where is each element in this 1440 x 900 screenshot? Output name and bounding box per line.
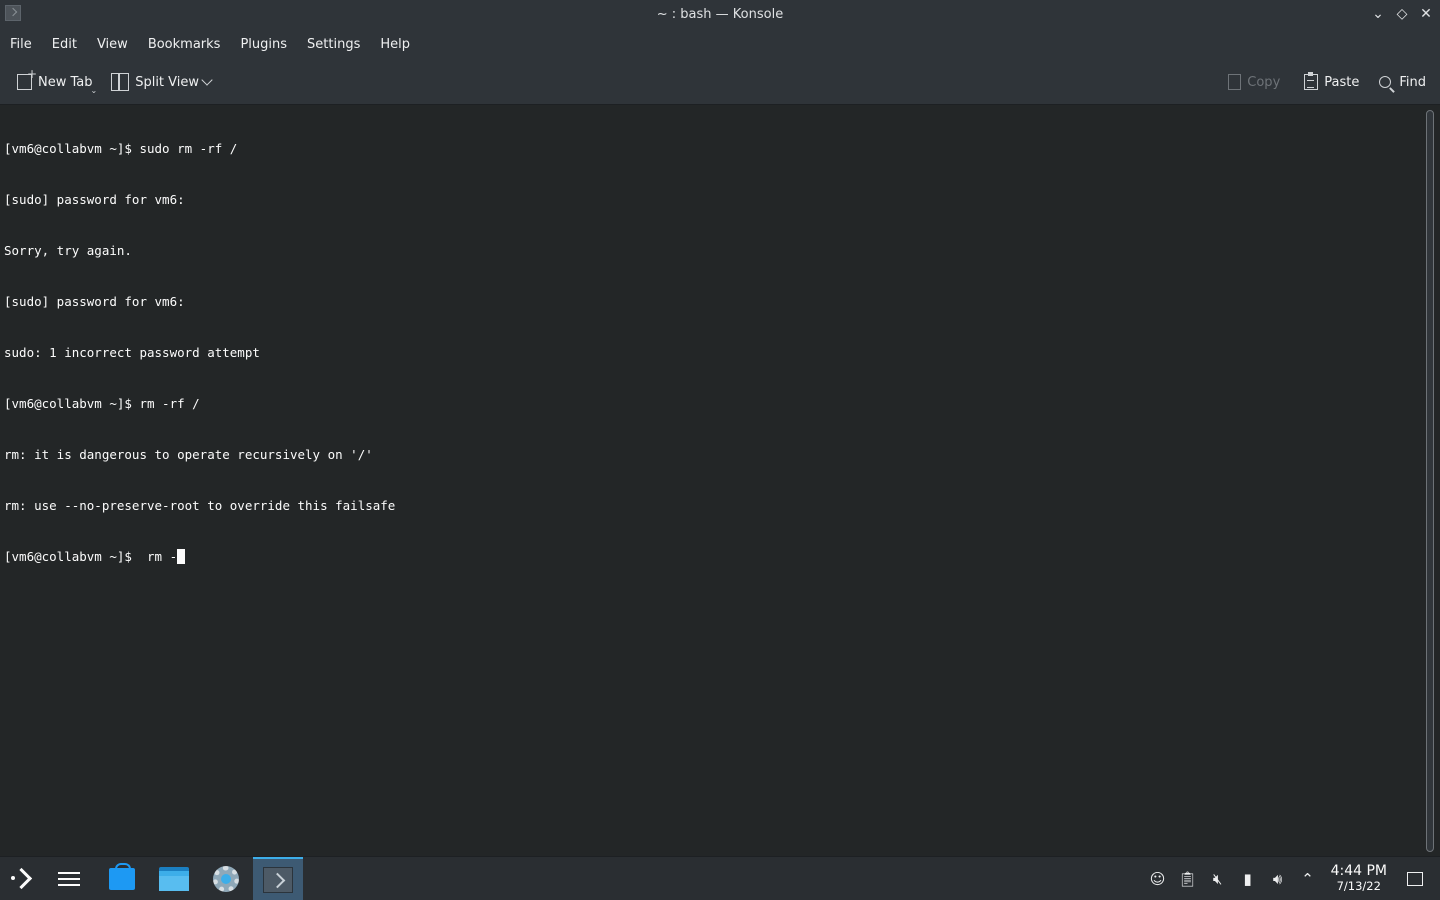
menubar: File Edit View Bookmarks Plugins Setting… xyxy=(0,29,1440,60)
removable-device-icon[interactable]: ▮ xyxy=(1233,857,1263,900)
new-tab-button[interactable]: New Tab ⌄ xyxy=(11,67,105,97)
find-button[interactable]: Find xyxy=(1373,67,1432,97)
chevron-down-icon[interactable] xyxy=(201,74,213,86)
konsole-task[interactable] xyxy=(253,857,303,900)
terminal-line: Sorry, try again. xyxy=(4,243,132,258)
new-tab-menu-arrow-icon[interactable]: ⌄ xyxy=(91,86,98,95)
application-launcher-button[interactable] xyxy=(0,857,44,900)
paste-button[interactable]: Paste xyxy=(1298,67,1365,97)
terminal-line: [vm6@collabvm ~]$ rm -rf / xyxy=(4,396,200,411)
audio-muted-icon[interactable]: 🔇︎ xyxy=(1203,857,1233,900)
terminal-view[interactable]: [vm6@collabvm ~]$ sudo rm -rf / [sudo] p… xyxy=(0,106,1440,856)
system-settings-icon xyxy=(58,870,80,888)
application-launcher-icon xyxy=(11,868,33,890)
menu-bookmarks[interactable]: Bookmarks xyxy=(148,37,221,52)
menu-file[interactable]: File xyxy=(10,37,32,52)
clock-time: 4:44 PM xyxy=(1330,863,1387,879)
split-view-button[interactable]: Split View xyxy=(105,67,223,97)
volume-icon[interactable]: 🔊︎ xyxy=(1263,857,1293,900)
copy-icon xyxy=(1228,74,1242,90)
file-manager-icon xyxy=(159,867,189,891)
new-tab-icon xyxy=(17,67,37,90)
minimize-button[interactable]: ⌄ xyxy=(1370,5,1386,23)
terminal-output: [vm6@collabvm ~]$ sudo rm -rf / [sudo] p… xyxy=(4,106,395,599)
menu-view[interactable]: View xyxy=(97,37,128,52)
menu-settings[interactable]: Settings xyxy=(307,37,360,52)
taskbar: ☺ 📋︎ 🔇︎ ▮ 🔊︎ ⌃ 4:44 PM 7/13/22 xyxy=(0,856,1440,900)
find-label: Find xyxy=(1399,74,1426,90)
paste-label: Paste xyxy=(1324,74,1360,90)
digital-clock[interactable]: 4:44 PM 7/13/22 xyxy=(1331,864,1387,894)
copy-label: Copy xyxy=(1247,74,1281,90)
terminal-scrollbar[interactable] xyxy=(1426,110,1434,852)
window-titlebar[interactable]: ~ : bash — Konsole ⌄ ◇ ✕ xyxy=(0,0,1440,29)
user-switch-icon[interactable]: ☺ xyxy=(1143,857,1173,900)
discover-icon xyxy=(109,863,135,890)
clock-date: 7/13/22 xyxy=(1336,879,1381,893)
menu-edit[interactable]: Edit xyxy=(52,37,77,52)
current-prompt: [vm6@collabvm ~]$ rm - xyxy=(4,549,178,564)
terminal-line: sudo: 1 incorrect password attempt xyxy=(4,345,260,360)
terminal-line: rm: it is dangerous to operate recursive… xyxy=(4,447,373,462)
menu-help[interactable]: Help xyxy=(380,37,410,52)
new-tab-label: New Tab xyxy=(38,74,93,90)
system-settings-task[interactable] xyxy=(47,857,91,900)
menu-plugins[interactable]: Plugins xyxy=(240,37,287,52)
terminal-line: [vm6@collabvm ~]$ sudo rm -rf / xyxy=(4,141,238,156)
copy-button[interactable]: Copy xyxy=(1222,67,1286,97)
settings-task[interactable] xyxy=(204,857,248,900)
terminal-line: [sudo] password for vm6: xyxy=(4,192,185,207)
terminal-line: [sudo] password for vm6: xyxy=(4,294,185,309)
split-view-label: Split View xyxy=(135,74,200,90)
main-toolbar: New Tab ⌄ Split View Copy Paste Find xyxy=(0,60,1440,105)
clipboard-icon[interactable]: 📋︎ xyxy=(1173,857,1203,900)
window-title: ~ : bash — Konsole xyxy=(656,7,784,22)
konsole-icon xyxy=(263,867,293,893)
terminal-line: rm: use --no-preserve-root to override t… xyxy=(4,498,396,513)
split-view-icon xyxy=(111,73,130,91)
konsole-app-icon[interactable] xyxy=(5,5,21,21)
close-button[interactable]: ✕ xyxy=(1418,5,1434,23)
show-desktop-icon[interactable] xyxy=(1407,872,1423,886)
file-manager-task[interactable] xyxy=(152,857,196,900)
system-tray: ☺ 📋︎ 🔇︎ ▮ 🔊︎ ⌃ 4:44 PM 7/13/22 xyxy=(1143,857,1440,900)
text-cursor xyxy=(177,549,186,564)
settings-gear-icon xyxy=(213,866,239,892)
window-controls: ⌄ ◇ ✕ xyxy=(1370,5,1434,23)
discover-task[interactable] xyxy=(100,857,144,900)
paste-icon xyxy=(1304,72,1319,90)
terminal-prompt-line[interactable]: [vm6@collabvm ~]$ rm - xyxy=(4,548,395,565)
maximize-button[interactable]: ◇ xyxy=(1394,5,1410,23)
expand-tray-icon[interactable]: ⌃ xyxy=(1293,857,1323,900)
search-icon xyxy=(1379,76,1392,88)
